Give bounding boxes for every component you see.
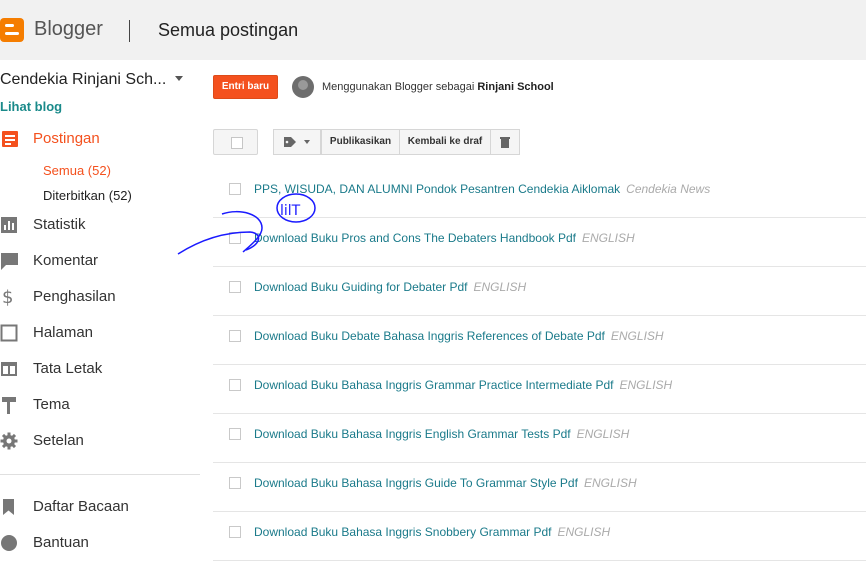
top-bar: Blogger Semua postingan (0, 0, 866, 60)
account-prefix: Menggunakan Blogger sebagai (322, 81, 478, 93)
post-title-link[interactable]: Download Buku Bahasa Inggris Grammar Pra… (254, 378, 672, 392)
bookmark-icon (3, 499, 14, 515)
post-title[interactable]: Download Buku Bahasa Inggris Guide To Gr… (254, 476, 578, 490)
sidebar-item-posts[interactable]: Postingan (0, 127, 200, 151)
row-checkbox[interactable] (229, 183, 241, 195)
sidebar-sub-all[interactable]: Semua (52) (43, 163, 111, 178)
table-row[interactable]: PPS, WISUDA, DAN ALUMNI Pondok Pesantren… (213, 169, 866, 218)
post-title-link[interactable]: PPS, WISUDA, DAN ALUMNI Pondok Pesantren… (254, 182, 710, 196)
layout-icon (1, 362, 17, 376)
checkbox-box (231, 137, 243, 149)
page-title: Semua postingan (158, 20, 299, 40)
sidebar-divider (0, 474, 200, 475)
stats-icon (1, 217, 17, 233)
sidebar-item-label: Komentar (33, 252, 99, 269)
row-checkbox[interactable] (229, 330, 241, 342)
row-checkbox[interactable] (229, 526, 241, 538)
blogger-logo-icon[interactable] (0, 18, 24, 42)
post-title[interactable]: Download Buku Bahasa Inggris English Gra… (254, 427, 571, 441)
sidebar-item-label: Postingan (33, 130, 100, 147)
sidebar-item-help[interactable]: Bantuan (0, 531, 200, 555)
sidebar-item-layout[interactable]: Tata Letak (0, 357, 200, 381)
header-divider (129, 20, 130, 42)
table-row[interactable]: Download Buku Bahasa Inggris Guide To Gr… (213, 463, 866, 512)
post-title[interactable]: Download Buku Bahasa Inggris Grammar Pra… (254, 378, 614, 392)
post-title-link[interactable]: Download Buku Pros and Cons The Debaters… (254, 231, 635, 245)
post-category: ENGLISH (557, 525, 611, 539)
post-title-link[interactable]: Download Buku Debate Bahasa Inggris Refe… (254, 329, 664, 343)
row-checkbox[interactable] (229, 379, 241, 391)
sidebar-item-label: Penghasilan (33, 288, 116, 305)
trash-icon (500, 137, 510, 148)
table-row[interactable]: Download Buku Guiding for Debater Pdf ENG… (213, 267, 866, 316)
post-category: ENGLISH (473, 280, 527, 294)
account-info: Menggunakan Blogger sebagai Rinjani Scho… (322, 81, 554, 93)
dollar-icon: $ (2, 287, 13, 307)
sidebar-item-earnings[interactable]: $ Penghasilan (0, 285, 200, 309)
table-row[interactable]: Download Buku Pros and Cons The Debaters… (213, 218, 866, 267)
sidebar-item-label: Statistik (33, 216, 86, 233)
sidebar-item-label: Bantuan (33, 534, 89, 551)
row-checkbox[interactable] (229, 477, 241, 489)
row-checkbox[interactable] (229, 232, 241, 244)
paint-roller-icon (2, 397, 16, 414)
view-blog-link[interactable]: Lihat blog (0, 99, 62, 114)
sidebar-item-comments[interactable]: Komentar (0, 249, 200, 273)
sidebar-item-settings[interactable]: Setelan (0, 429, 200, 453)
sidebar-sub-published[interactable]: Diterbitkan (52) (43, 188, 132, 203)
post-title-link[interactable]: Download Buku Bahasa Inggris Snobbery Gr… (254, 525, 610, 539)
svg-text:$: $ (2, 287, 13, 307)
gear-icon (0, 432, 18, 450)
post-category: ENGLISH (583, 476, 637, 490)
table-row[interactable]: Download Buku Debate Bahasa Inggris Refe… (213, 316, 866, 365)
post-title-link[interactable]: Download Buku Guiding for Debater Pdf ENG… (254, 280, 526, 294)
sidebar-item-stats[interactable]: Statistik (0, 213, 200, 237)
sidebar-item-label: Halaman (33, 324, 94, 341)
row-checkbox[interactable] (229, 428, 241, 440)
post-category: ENGLISH (576, 427, 630, 441)
posts-icon (2, 131, 18, 147)
sidebar: Cendekia Rinjani Sch... Lihat blog Posti… (0, 60, 200, 551)
post-title[interactable]: Download Buku Bahasa Inggris Snobbery Gr… (254, 525, 552, 539)
comment-icon (1, 253, 18, 270)
tag-icon (284, 137, 310, 147)
table-row[interactable]: Download Buku Bahasa Inggris English Gra… (213, 414, 866, 463)
post-title[interactable]: Download Buku Guiding for Debater Pdf (254, 280, 467, 294)
sidebar-item-label: Daftar Bacaan (33, 498, 129, 515)
post-title[interactable]: Download Buku Pros and Cons The Debaters… (254, 231, 576, 245)
post-category: ENGLISH (581, 231, 635, 245)
post-title[interactable]: PPS, WISUDA, DAN ALUMNI Pondok Pesantren… (254, 182, 620, 196)
sidebar-item-label: Tata Letak (33, 360, 103, 377)
new-post-button[interactable]: Entri baru (213, 75, 278, 99)
label-dropdown-button[interactable] (273, 129, 321, 155)
avatar[interactable] (292, 76, 314, 98)
brand-name[interactable]: Blogger (34, 18, 103, 41)
sidebar-item-reading-list[interactable]: Daftar Bacaan (0, 495, 200, 519)
main-content: Entri baru Menggunakan Blogger sebagai R… (213, 60, 866, 561)
help-icon (1, 535, 17, 551)
revert-to-draft-button[interactable]: Kembali ke draf (399, 129, 491, 155)
publish-button[interactable]: Publikasikan (321, 129, 400, 155)
sidebar-item-label: Tema (33, 396, 70, 413)
table-row[interactable]: Download Buku Bahasa Inggris Grammar Pra… (213, 365, 866, 414)
blog-name[interactable]: Cendekia Rinjani Sch... (0, 71, 166, 89)
delete-button[interactable] (490, 129, 520, 155)
sidebar-item-label: Setelan (33, 432, 84, 449)
post-category: Cendekia News (626, 182, 711, 196)
post-category: ENGLISH (610, 329, 664, 343)
table-row[interactable]: Download Buku Bahasa Inggris Snobbery Gr… (213, 512, 866, 561)
select-all-checkbox[interactable] (213, 129, 258, 155)
post-title-link[interactable]: Download Buku Bahasa Inggris Guide To Gr… (254, 476, 637, 490)
sidebar-item-pages[interactable]: Halaman (0, 321, 200, 345)
post-category: ENGLISH (619, 378, 673, 392)
chevron-down-icon[interactable] (175, 76, 183, 81)
sidebar-item-theme[interactable]: Tema (0, 393, 200, 417)
account-name: Rinjani School (477, 81, 554, 93)
row-checkbox[interactable] (229, 281, 241, 293)
post-title[interactable]: Download Buku Debate Bahasa Inggris Refe… (254, 329, 605, 343)
post-title-link[interactable]: Download Buku Bahasa Inggris English Gra… (254, 427, 629, 441)
page-icon (0, 324, 18, 342)
